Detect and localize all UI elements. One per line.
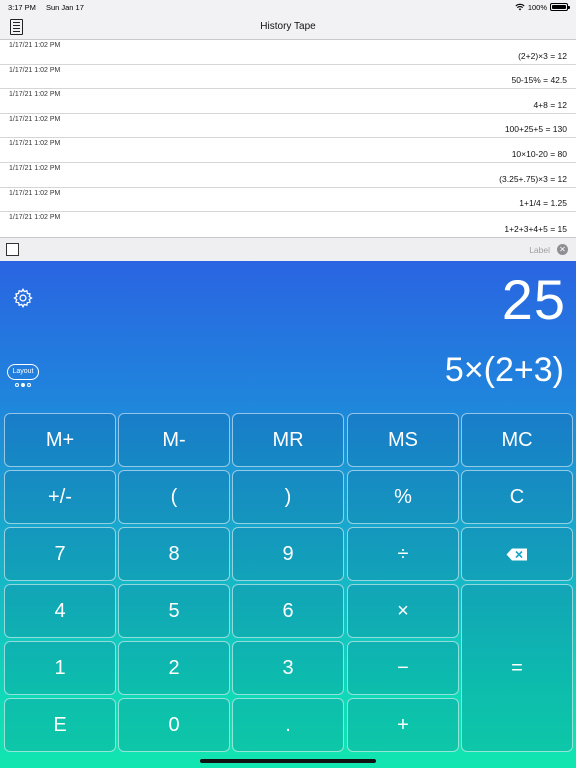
notes-icon[interactable] [10, 19, 23, 35]
divide-button[interactable]: ÷ [347, 527, 459, 581]
history-time: 1/17/21 1:02 PM [9, 115, 61, 123]
wifi-icon [515, 3, 525, 11]
history-time: 1/17/21 1:02 PM [9, 66, 61, 74]
nav-bar: History Tape [0, 14, 576, 40]
result-display: 25 [501, 268, 566, 331]
gear-icon[interactable] [12, 287, 34, 309]
status-bar: 3:17 PM Sun Jan 17 100% [0, 0, 576, 14]
page-dot-active [21, 383, 25, 387]
history-time: 1/17/21 1:02 PM [9, 140, 61, 148]
history-time: 1/17/21 1:02 PM [9, 164, 61, 172]
history-expression: 50-15% = 42.5 [511, 75, 567, 86]
page-title: History Tape [260, 21, 316, 32]
history-time: 1/17/21 1:02 PM [9, 42, 61, 49]
memory-add-button[interactable]: M+ [4, 413, 116, 467]
multiply-button[interactable]: × [347, 584, 459, 638]
digit-9-button[interactable]: 9 [232, 527, 344, 581]
history-expression: (3.25+.75)×3 = 12 [499, 173, 567, 184]
history-expression: 1+2+3+4+5 = 15 [504, 223, 567, 234]
history-expression: 100+25+5 = 130 [504, 124, 567, 135]
home-indicator[interactable] [200, 759, 376, 763]
plus-minus-button[interactable]: +/- [4, 470, 116, 524]
digit-1-button[interactable]: 1 [4, 641, 116, 695]
page-indicator[interactable] [15, 383, 31, 387]
close-paren-button[interactable]: ) [232, 470, 344, 524]
history-time: 1/17/21 1:02 PM [9, 189, 61, 197]
select-checkbox[interactable] [6, 243, 19, 256]
backspace-icon [506, 548, 527, 560]
list-item[interactable]: 1/17/21 1:02 PM 4+8 = 12 [0, 89, 576, 114]
page-dot [15, 383, 19, 387]
list-item[interactable]: 1/17/21 1:02 PM 100+25+5 = 130 [0, 114, 576, 139]
memory-clear-button[interactable]: MC [461, 413, 573, 467]
layout-button[interactable]: Layout [7, 364, 39, 380]
status-date: Sun Jan 17 [45, 2, 84, 12]
digit-2-button[interactable]: 2 [118, 641, 230, 695]
digit-6-button[interactable]: 6 [232, 584, 344, 638]
decimal-button[interactable]: . [232, 698, 344, 752]
calculator-panel: 25 5×(2+3) Layout M+ M- MR MS MC +/- ( )… [0, 261, 576, 768]
percent-button[interactable]: % [347, 470, 459, 524]
digit-7-button[interactable]: 7 [4, 527, 116, 581]
list-item[interactable]: 1/17/21 1:02 PM 1+1/4 = 1.25 [0, 188, 576, 213]
list-item[interactable]: 1/17/21 1:02 PM 1+2+3+4+5 = 15 [0, 212, 576, 237]
equals-button[interactable]: = [461, 584, 573, 752]
digit-3-button[interactable]: 3 [232, 641, 344, 695]
history-list[interactable]: 1/17/21 1:02 PM (2+2)×3 = 12 1/17/21 1:0… [0, 40, 576, 237]
history-expression: 10×10-20 = 80 [511, 148, 567, 159]
clear-icon[interactable]: ✕ [557, 244, 568, 255]
subtract-button[interactable]: − [347, 641, 459, 695]
status-time: 3:17 PM [8, 2, 36, 12]
memory-store-button[interactable]: MS [347, 413, 459, 467]
memory-recall-button[interactable]: MR [232, 413, 344, 467]
label-bar: Label ✕ [0, 237, 576, 261]
digit-0-button[interactable]: 0 [118, 698, 230, 752]
digit-4-button[interactable]: 4 [4, 584, 116, 638]
exponent-button[interactable]: E [4, 698, 116, 752]
history-time: 1/17/21 1:02 PM [9, 91, 61, 99]
digit-5-button[interactable]: 5 [118, 584, 230, 638]
page-dot [27, 383, 31, 387]
history-time: 1/17/21 1:02 PM [9, 214, 61, 222]
list-item[interactable]: 1/17/21 1:02 PM (3.25+.75)×3 = 12 [0, 163, 576, 188]
battery-percent: 100% [527, 2, 547, 12]
memory-subtract-button[interactable]: M- [118, 413, 230, 467]
history-expression: 1+1/4 = 1.25 [519, 198, 567, 209]
clear-button[interactable]: C [461, 470, 573, 524]
digit-8-button[interactable]: 8 [118, 527, 230, 581]
battery-icon [550, 3, 570, 11]
backspace-button[interactable] [461, 527, 573, 581]
list-item[interactable]: 1/17/21 1:02 PM 10×10-20 = 80 [0, 138, 576, 163]
history-expression: (2+2)×3 = 12 [518, 50, 567, 61]
list-item[interactable]: 1/17/21 1:02 PM (2+2)×3 = 12 [0, 40, 576, 65]
history-expression: 4+8 = 12 [533, 99, 567, 110]
open-paren-button[interactable]: ( [118, 470, 230, 524]
expression-display: 5×(2+3) [444, 351, 564, 389]
label-input[interactable]: Label [529, 245, 550, 255]
add-button[interactable]: + [347, 698, 459, 752]
list-item[interactable]: 1/17/21 1:02 PM 50-15% = 42.5 [0, 65, 576, 90]
